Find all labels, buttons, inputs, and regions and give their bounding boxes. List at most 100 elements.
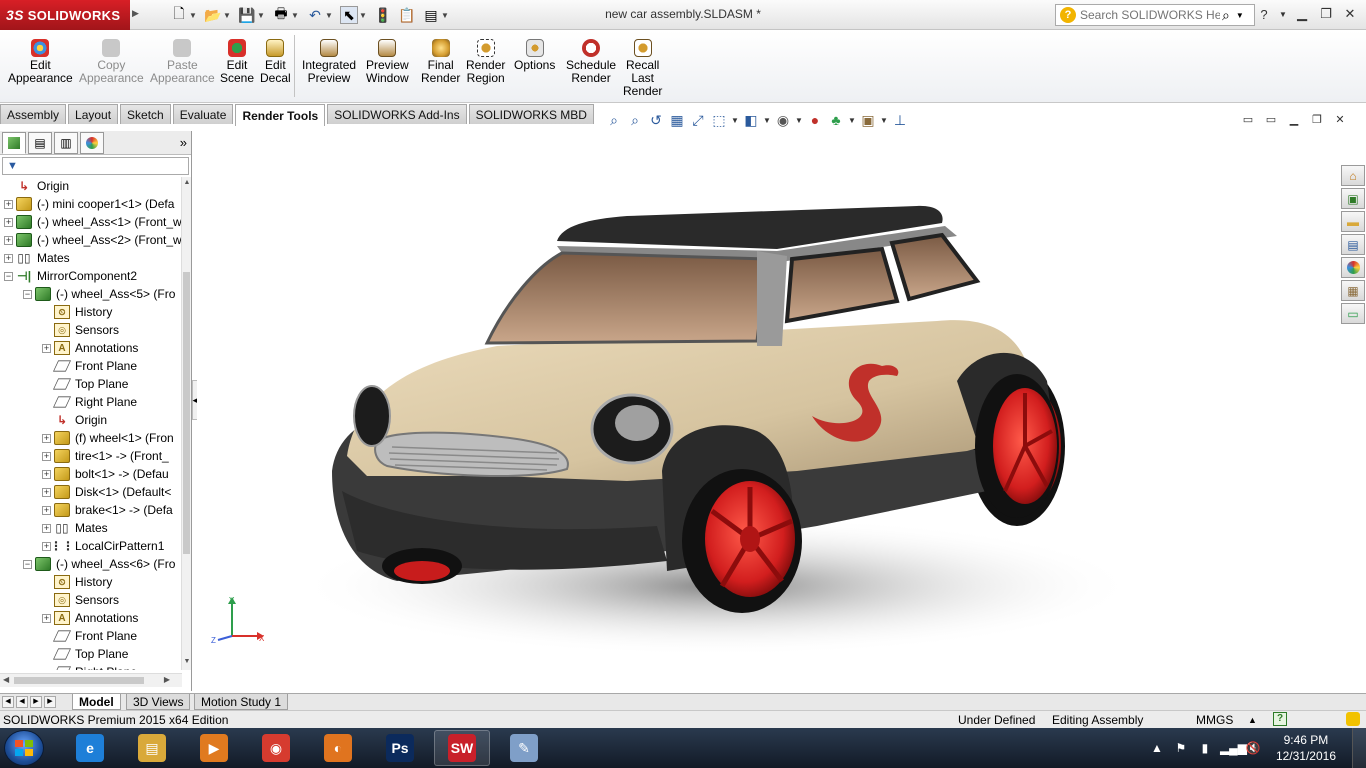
last-tab-icon[interactable]: ▶ xyxy=(44,696,56,708)
tree-node[interactable]: ↳ Origin xyxy=(4,177,69,195)
action-center-flag-icon[interactable]: ⚑ xyxy=(1172,741,1190,755)
tree-node[interactable]: Front Plane xyxy=(42,627,137,645)
expand-panel-icon[interactable]: » xyxy=(180,135,187,150)
help-dropdown-icon[interactable]: ▼ xyxy=(1278,5,1288,23)
copy-appearance-button[interactable]: Copy Appearance xyxy=(79,39,144,85)
previous-view-icon[interactable]: ↺ xyxy=(647,111,665,129)
taskbar-photoshop[interactable]: Ps xyxy=(372,730,428,766)
schedule-render-button[interactable]: Schedule Render xyxy=(566,39,616,85)
custom-properties-icon[interactable]: ▦ xyxy=(1341,280,1365,301)
dropdown-arrow-icon[interactable]: ▼ xyxy=(880,116,888,125)
graphics-area[interactable] xyxy=(197,131,1340,693)
first-tab-icon[interactable]: ◀ xyxy=(2,696,14,708)
section-view-icon[interactable]: ▦ xyxy=(668,111,686,129)
edit-appearance-icon[interactable]: ● xyxy=(806,111,824,129)
tree-node[interactable]: Top Plane xyxy=(42,375,128,393)
collapse-icon[interactable]: − xyxy=(4,271,13,281)
select-icon[interactable]: ⬉ xyxy=(340,6,358,24)
render-region-button[interactable]: Render Region xyxy=(466,39,505,85)
doc-close-icon[interactable]: ✕ xyxy=(1332,112,1348,126)
zoom-to-area-icon[interactable]: ⌕ xyxy=(626,111,644,129)
tree-horizontal-scrollbar[interactable]: ◀ ▶ xyxy=(0,673,182,687)
integrated-preview-button[interactable]: Integrated Preview xyxy=(302,39,356,85)
taskbar-paint[interactable]: ✎ xyxy=(496,730,552,766)
view-orientation-icon[interactable]: ⬚ xyxy=(710,111,728,129)
tree-filter[interactable]: ▼ xyxy=(2,157,189,175)
print-icon[interactable]: 🖶 xyxy=(272,5,290,24)
dynamic-annotation-icon[interactable]: ⤢ xyxy=(689,111,707,129)
paste-appearance-button[interactable]: Paste Appearance xyxy=(150,39,215,85)
options-button[interactable]: Options xyxy=(514,39,555,72)
tree-node[interactable]: + tire<1> -> (Front_ xyxy=(42,447,169,465)
tab-assembly[interactable]: Assembly xyxy=(0,104,67,124)
expand-icon[interactable]: + xyxy=(42,613,51,623)
tab-evaluate[interactable]: Evaluate xyxy=(172,104,234,124)
taskbar-firefox[interactable]: ◐ xyxy=(310,730,366,766)
tree-node[interactable]: + ▯▯ Mates xyxy=(4,249,70,267)
network-signal-icon[interactable]: ▂▄▆ xyxy=(1220,741,1247,755)
menu-expand-icon[interactable]: ▶ xyxy=(132,8,139,19)
appearances-scenes-icon[interactable] xyxy=(1341,257,1365,278)
configuration-manager-tab-icon[interactable]: ▥ xyxy=(54,131,78,154)
expand-icon[interactable]: + xyxy=(42,451,51,461)
show-desktop-button[interactable] xyxy=(1352,728,1366,768)
tree-node[interactable]: − (-) wheel_Ass<5> (Fro xyxy=(23,285,175,303)
taskbar-chrome[interactable]: ◉ xyxy=(248,730,304,766)
tree-node[interactable]: ⏲ History xyxy=(42,573,112,591)
tab-solidworks-add-ins[interactable]: SOLIDWORKS Add-Ins xyxy=(327,104,467,124)
tab-render-tools[interactable]: Render Tools xyxy=(235,104,326,126)
preview-window-button[interactable]: Preview Window xyxy=(366,39,409,85)
device-icon[interactable]: ▮ xyxy=(1196,741,1214,755)
taskbar-internet-explorer[interactable]: e xyxy=(62,730,118,766)
edit-appearance-button[interactable]: Edit Appearance xyxy=(8,39,73,85)
tree-node[interactable]: + A Annotations xyxy=(42,339,138,357)
new-document-icon[interactable]: 🗋 xyxy=(170,5,188,24)
tree-node[interactable]: + Disk<1> (Default< xyxy=(42,483,171,501)
dropdown-arrow-icon[interactable]: ▼ xyxy=(763,116,771,125)
dropdown-arrow-icon[interactable]: ▼ xyxy=(324,11,334,20)
dropdown-arrow-icon[interactable]: ▼ xyxy=(290,11,300,20)
tree-node[interactable]: ◎ Sensors xyxy=(42,321,119,339)
tab-motion-study[interactable]: Motion Study 1 xyxy=(194,694,289,710)
tab-solidworks-mbd[interactable]: SOLIDWORKS MBD xyxy=(468,104,594,124)
dropdown-arrow-icon[interactable]: ▼ xyxy=(256,11,266,20)
expand-icon[interactable]: + xyxy=(4,217,13,227)
link-view-icon[interactable]: ▭ xyxy=(1263,112,1279,126)
doc-minimize-icon[interactable]: ▁ xyxy=(1286,112,1302,126)
collapse-icon[interactable]: − xyxy=(23,289,32,299)
search-icon[interactable]: ⌕ xyxy=(1222,7,1230,24)
car-model-render[interactable] xyxy=(197,131,1340,693)
expand-icon[interactable]: + xyxy=(42,469,51,479)
tree-node[interactable]: + (-) wheel_Ass<2> (Front_w xyxy=(4,231,182,249)
dropdown-arrow-icon[interactable]: ▼ xyxy=(188,11,198,20)
expand-icon[interactable]: + xyxy=(42,343,51,353)
scroll-down-icon[interactable]: ▼ xyxy=(182,658,192,668)
quick-tips-help-icon[interactable]: ? xyxy=(1273,712,1287,726)
tree-node[interactable]: Right Plane xyxy=(42,393,137,411)
tree-node[interactable]: + brake<1> -> (Defa xyxy=(42,501,173,519)
solidworks-resources-icon[interactable]: ⌂ xyxy=(1341,165,1365,186)
hide-show-items-icon[interactable]: ◉ xyxy=(774,111,792,129)
minimize-icon[interactable]: ▁ xyxy=(1292,5,1312,23)
recall-last-render-button[interactable]: Recall Last Render xyxy=(623,39,662,98)
search-dropdown-icon[interactable]: ▼ xyxy=(1236,11,1244,20)
tree-vertical-scrollbar[interactable]: ▲ ▼ xyxy=(181,177,191,670)
help-menu-icon[interactable]: ? xyxy=(1254,5,1274,23)
help-search-box[interactable]: ? ⌕ ▼ xyxy=(1055,4,1255,26)
dropdown-arrow-icon[interactable]: ▼ xyxy=(795,116,803,125)
help-search-input[interactable] xyxy=(1080,8,1220,22)
scroll-up-icon[interactable]: ▲ xyxy=(182,179,192,189)
dropdown-arrow-icon[interactable]: ▼ xyxy=(440,11,450,20)
expand-icon[interactable]: + xyxy=(42,487,51,497)
tree-node[interactable]: + ⋮⋮ LocalCirPattern1 xyxy=(42,537,164,555)
restore-icon[interactable]: ❐ xyxy=(1316,5,1336,23)
taskbar-media-player[interactable]: ▶ xyxy=(186,730,242,766)
save-icon[interactable]: 💾 xyxy=(238,6,256,24)
tree-node[interactable]: Right Plane xyxy=(42,663,137,670)
tab-model[interactable]: Model xyxy=(72,694,121,710)
file-properties-icon[interactable]: 📋 xyxy=(398,6,416,24)
tree-node[interactable]: − (-) wheel_Ass<6> (Fro xyxy=(23,555,175,573)
close-icon[interactable]: ✕ xyxy=(1340,5,1360,23)
taskbar-solidworks[interactable]: SW xyxy=(434,730,490,766)
next-tab-icon[interactable]: ▶ xyxy=(30,696,42,708)
